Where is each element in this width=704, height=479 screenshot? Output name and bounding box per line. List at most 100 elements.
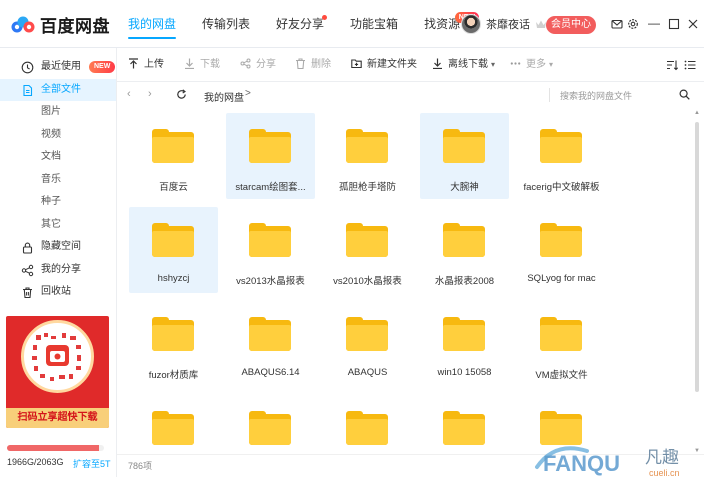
- folder-item[interactable]: vs2010水晶报表: [323, 207, 412, 293]
- folder-name: hshyzcj: [157, 273, 190, 284]
- share-icon: [240, 58, 251, 69]
- refresh-icon[interactable]: [176, 89, 187, 100]
- delete-button[interactable]: 删除: [295, 48, 331, 82]
- qr-code[interactable]: [21, 320, 94, 393]
- sidebar-item-documents[interactable]: 文档: [0, 146, 116, 169]
- sidebar-item-my-shares[interactable]: 我的分享: [0, 259, 116, 282]
- folder-name: 水晶报表2008: [434, 276, 495, 287]
- username: 茶靡夜话: [486, 19, 530, 31]
- trash-icon: [296, 58, 305, 69]
- sidebar-item-images[interactable]: 图片: [0, 101, 116, 124]
- upload-button[interactable]: 上传: [128, 48, 164, 82]
- chevron-down-icon: ▾: [491, 60, 496, 69]
- folder-item[interactable]: 孤胆枪手塔防: [323, 113, 412, 199]
- file-icon: [23, 84, 33, 96]
- folder-item[interactable]: [420, 395, 509, 448]
- share-icon: [21, 264, 34, 276]
- tab-my-disk[interactable]: 我的网盘: [128, 0, 189, 48]
- forward-arrow-icon[interactable]: ›: [148, 89, 152, 100]
- folder-icon: [249, 223, 291, 257]
- new-folder-icon: [351, 59, 362, 69]
- sidebar-item-hidden-space[interactable]: 隐藏空间: [0, 236, 116, 259]
- sidebar-item-label: 最近使用: [41, 61, 81, 72]
- tab-label: 传输列表: [202, 17, 251, 31]
- scroll-up-icon[interactable]: ▲: [694, 110, 700, 116]
- folder-item[interactable]: [323, 395, 412, 448]
- more-button[interactable]: 更多 ▾: [510, 48, 553, 82]
- sidebar-item-label: 视频: [41, 128, 61, 140]
- scroll-thumb[interactable]: [695, 122, 699, 392]
- status-bar: 786项 FANQU 凡趣 cueli.cn: [117, 446, 704, 478]
- back-arrow-icon[interactable]: ‹: [127, 89, 131, 100]
- folder-icon: [249, 129, 291, 163]
- button-label: 上传: [144, 59, 164, 70]
- user-info[interactable]: 茶靡夜话: [461, 14, 547, 34]
- mail-icon[interactable]: [611, 18, 623, 30]
- qr-pattern-icon: [32, 333, 81, 381]
- folder-item[interactable]: hshyzcj: [129, 207, 218, 293]
- close-icon[interactable]: [687, 18, 699, 30]
- folder-name: vs2013水晶报表: [236, 276, 305, 287]
- breadcrumb[interactable]: 我的网盘: [204, 89, 244, 104]
- folder-item[interactable]: [129, 395, 218, 448]
- sidebar-item-recycle-bin[interactable]: 回收站: [0, 281, 116, 304]
- expand-storage-link[interactable]: 扩容至5T: [73, 457, 111, 470]
- folder-item[interactable]: facerig中文破解板: [517, 113, 606, 199]
- avatar[interactable]: [461, 14, 481, 34]
- tab-transfer-list[interactable]: 传输列表: [189, 0, 263, 48]
- sidebar-item-torrents[interactable]: 种子: [0, 191, 116, 214]
- download-button[interactable]: 下载: [184, 48, 220, 82]
- new-folder-button[interactable]: 新建文件夹: [351, 48, 417, 82]
- folder-item[interactable]: vs2013水晶报表: [226, 207, 315, 293]
- download-icon: [185, 58, 194, 69]
- folder-icon: [152, 223, 194, 257]
- sidebar-item-other[interactable]: 其它: [0, 214, 116, 237]
- sidebar-item-music[interactable]: 音乐: [0, 169, 116, 192]
- folder-item[interactable]: ABAQUS6.14: [226, 301, 315, 387]
- more-icon: [510, 62, 521, 65]
- tab-friend-share[interactable]: 好友分享: [263, 0, 337, 48]
- folder-name: 百度云: [159, 182, 188, 193]
- folder-item[interactable]: win10 15058: [420, 301, 509, 387]
- folder-item[interactable]: 大腕神: [420, 113, 509, 199]
- sidebar-item-recent[interactable]: 最近使用 NEW: [0, 56, 116, 79]
- address-bar: ‹ › 我的网盘 > 搜索我的网盘文件: [117, 82, 704, 108]
- promo-text[interactable]: 扫码立享超快下载: [6, 408, 109, 428]
- share-button[interactable]: 分享: [240, 48, 276, 82]
- tab-label: 好友分享: [276, 17, 325, 31]
- folder-item[interactable]: SQLyog for mac: [517, 207, 606, 293]
- sort-icon[interactable]: [666, 59, 678, 71]
- folder-name: starcam绘图套...: [235, 182, 306, 193]
- sidebar-item-label: 全部文件: [41, 83, 81, 95]
- cloud-logo-icon: [11, 16, 35, 32]
- search-icon[interactable]: [679, 89, 690, 100]
- app-logo[interactable]: 百度网盘: [10, 12, 110, 37]
- maximize-icon[interactable]: [668, 18, 680, 30]
- folder-item[interactable]: [226, 395, 315, 448]
- folder-item[interactable]: 百度云: [129, 113, 218, 199]
- folder-icon: [346, 129, 388, 163]
- chevron-down-icon: ▾: [549, 60, 554, 69]
- folder-item[interactable]: starcam绘图套...: [226, 113, 315, 199]
- sidebar-item-label: 其它: [41, 218, 61, 230]
- member-center-button[interactable]: 会员中心: [546, 16, 596, 34]
- tab-toolbox[interactable]: 功能宝箱: [337, 0, 411, 48]
- app-logo-text: 百度网盘: [40, 17, 110, 36]
- promo-banner[interactable]: 扫码立享超快下载: [6, 316, 109, 428]
- vertical-scrollbar[interactable]: ▲ ▼: [694, 110, 700, 456]
- folder-item[interactable]: 水晶报表2008: [420, 207, 509, 293]
- folder-item[interactable]: ABAQUS: [323, 301, 412, 387]
- minimize-icon[interactable]: —: [648, 17, 660, 29]
- button-label: 离线下载: [448, 59, 488, 70]
- folder-item[interactable]: fuzor材质库: [129, 301, 218, 387]
- folder-name: 大腕神: [450, 182, 479, 193]
- folder-item[interactable]: VM虚拟文件: [517, 301, 606, 387]
- storage-quota-bar: [7, 445, 104, 451]
- search-input[interactable]: 搜索我的网盘文件: [560, 89, 632, 102]
- sidebar-item-videos[interactable]: 视频: [0, 124, 116, 147]
- folder-name: VM虚拟文件: [535, 370, 588, 381]
- settings-icon[interactable]: [627, 18, 639, 30]
- list-view-icon[interactable]: [684, 59, 696, 71]
- sidebar-item-all-files[interactable]: 全部文件: [0, 78, 116, 101]
- offline-download-button[interactable]: 离线下载 ▾: [432, 48, 495, 82]
